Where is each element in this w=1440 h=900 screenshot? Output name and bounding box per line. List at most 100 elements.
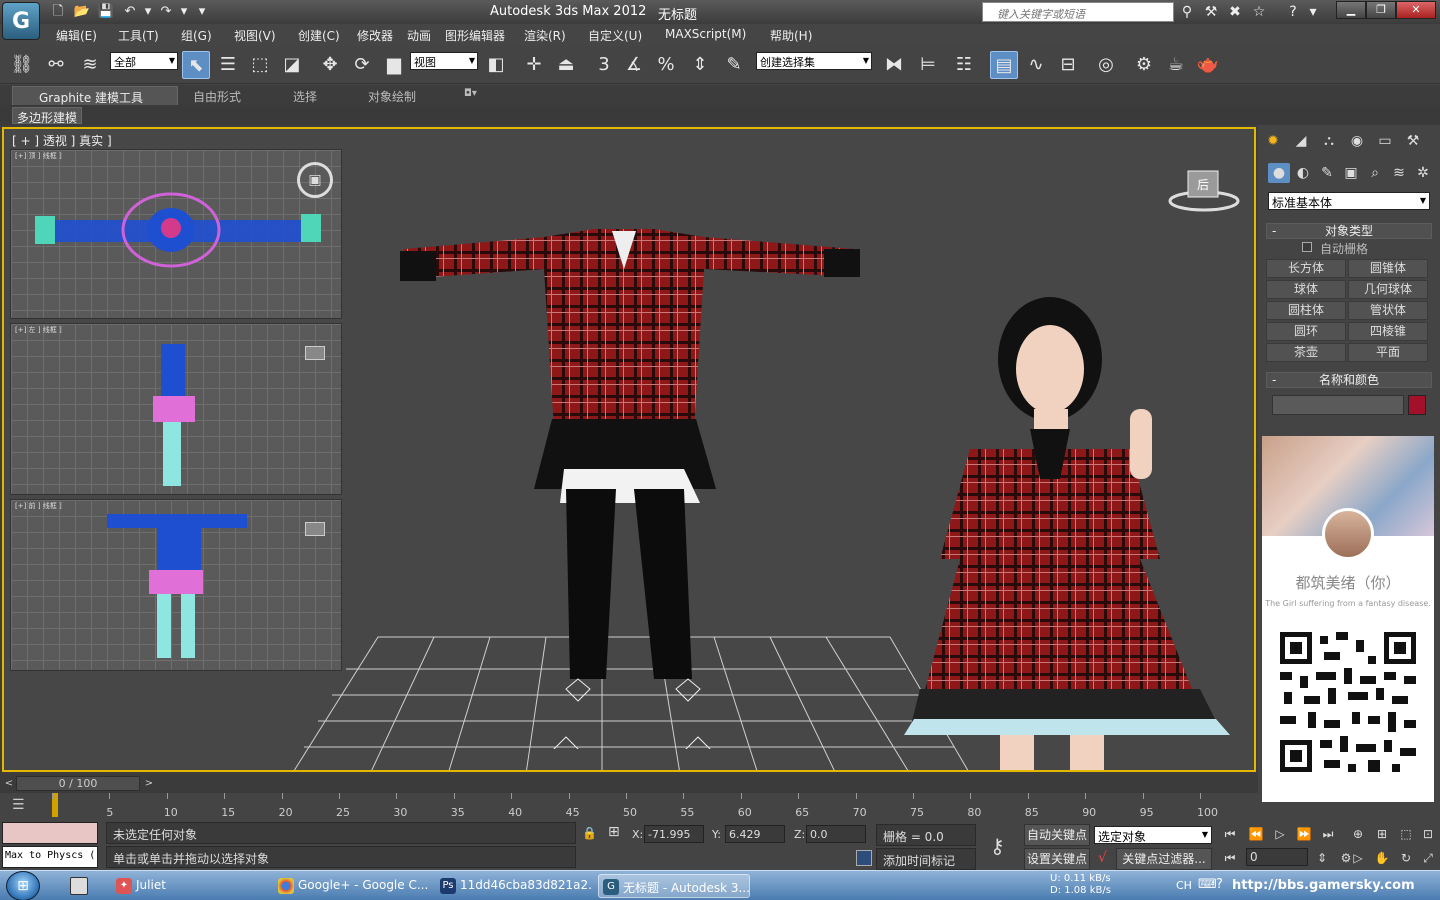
modify-tab-icon[interactable]: ◢ [1290,131,1312,151]
polygon-modeling-panel[interactable]: 多边形建模 [12,107,83,125]
auto-key-button[interactable]: 自动关键点 [1024,824,1090,846]
pyramid-button[interactable]: 四棱锥 [1348,322,1428,341]
frame-spinner-icon[interactable]: ⇕ [1312,848,1332,868]
save-icon[interactable]: 💾 [96,3,116,21]
help-dropdown-icon[interactable]: ▾ [1304,3,1322,21]
tube-button[interactable]: 管状体 [1348,301,1428,320]
selection-filter-dropdown[interactable]: 全部 ▼ [110,52,178,70]
help-search-input[interactable]: 键入关键字或短语 [982,2,1174,22]
sphere-button[interactable]: 球体 [1266,280,1346,299]
help-tray-icon[interactable]: ? [1216,877,1223,892]
keyboard-shortcut-override-icon[interactable]: ⏏ [552,51,580,79]
rendered-frame-icon[interactable]: ☕ [1162,51,1190,79]
systems-icon[interactable]: ✲ [1412,163,1434,183]
named-selection-dropdown[interactable]: 创建选择集 ▼ [756,52,872,70]
undo-dropdown-icon[interactable]: ▾ [138,3,158,21]
menu-maxscript[interactable]: MAXScript(M) [665,27,746,41]
task-3dsmax[interactable]: G 无标题 - Autodesk 3... [598,874,750,898]
scale-icon[interactable]: ▆ [380,51,408,79]
y-coordinate-field[interactable]: 6.429 [725,825,785,843]
geometry-icon[interactable]: ● [1268,163,1290,183]
menu-rendering[interactable]: 渲染(R) [524,27,566,44]
menu-group[interactable]: 组(G) [181,27,212,44]
help-icon[interactable]: ? [1284,3,1302,21]
field-of-view-icon[interactable]: ▷ [1348,848,1368,868]
tab-graphite-modeling[interactable]: Graphite 建模工具 [12,86,178,105]
track-bar[interactable]: ☰ 5 10 15 20 25 30 35 40 45 50 55 60 65 70 75 80 85 90 95 1… [0,793,1258,819]
undo-icon[interactable]: ↶ [120,3,140,21]
menu-customize[interactable]: 自定义(U) [588,27,642,44]
play-icon[interactable]: ▷ [1270,824,1290,844]
key-filters-button[interactable]: 关键点过滤器... [1116,848,1212,870]
task-chrome[interactable]: Google+ - Google C... [274,874,430,898]
select-by-name-icon[interactable]: ☰ [214,51,242,79]
move-icon[interactable]: ✥ [316,51,344,79]
align-icon[interactable]: ⊨ [914,51,942,79]
percent-snap-icon[interactable]: % [652,51,680,79]
menu-create[interactable]: 创建(C) [298,27,340,44]
edit-named-selection-icon[interactable]: ✎ [720,51,748,79]
select-manipulate-icon[interactable]: ✛ [520,51,548,79]
maxscript-listener-box[interactable] [2,822,98,844]
binoculars-icon[interactable]: ⚲ [1178,3,1196,21]
select-object-icon[interactable]: ⬉ [182,51,210,79]
track-ruler[interactable]: 5 10 15 20 25 30 35 40 45 50 55 60 65 70 75 80 85 90 95 100 [52,793,1220,819]
front-viewcube-icon[interactable] [305,522,325,536]
curve-editor-icon[interactable]: ∿ [1022,51,1050,79]
task-juliet[interactable]: ✦ Juliet [112,874,264,898]
plane-button[interactable]: 平面 [1348,343,1428,362]
time-tag-icon[interactable] [856,850,872,866]
left-viewcube-icon[interactable] [305,346,325,360]
schematic-view-icon[interactable]: ⊟ [1054,51,1082,79]
menu-graph-editors[interactable]: 图形编辑器 [445,27,505,44]
menu-tools[interactable]: 工具(T) [118,27,159,44]
space-warps-icon[interactable]: ≋ [1388,163,1410,183]
next-frame-arrow-icon[interactable]: > [142,776,156,791]
menu-animation[interactable]: 动画 [407,27,431,44]
render-production-icon[interactable]: 🫖 [1194,51,1222,79]
previous-frame-icon[interactable]: ⏪ [1246,824,1266,844]
maximize-viewport-icon[interactable]: ⤢ [1418,848,1438,868]
next-frame-icon[interactable]: ⏩ [1294,824,1314,844]
key-mode-toggle-icon[interactable]: ⏮ [1220,848,1240,868]
key-mode-dropdown[interactable]: 选定对象 ▼ [1094,826,1212,844]
keyboard-icon[interactable]: ⌨ [1198,877,1217,892]
object-type-rollout-header[interactable]: - 对象类型 [1266,223,1432,239]
redo-icon[interactable]: ↷ [156,3,176,21]
x-coordinate-field[interactable]: -71.995 [644,825,704,843]
tab-object-paint[interactable]: 对象绘制 [368,88,416,105]
task-photoshop[interactable]: Ps 11dd46cba83d821a2... [436,874,592,898]
lights-icon[interactable]: ✎ [1316,163,1338,183]
torus-button[interactable]: 圆环 [1266,322,1346,341]
tab-selection[interactable]: 选择 [293,88,317,105]
explorer-icon[interactable] [70,877,88,895]
teapot-button[interactable]: 茶壶 [1266,343,1346,362]
menu-edit[interactable]: 编辑(E) [56,27,97,44]
go-to-start-icon[interactable]: ⏮ [1220,824,1240,844]
name-color-rollout-header[interactable]: - 名称和颜色 [1266,372,1432,388]
create-tab-icon[interactable]: ✹ [1262,131,1284,151]
graphite-toggle-icon[interactable]: ▤ [990,51,1018,79]
shapes-icon[interactable]: ◐ [1292,163,1314,183]
minimize-button[interactable]: ▁ [1336,1,1366,19]
object-color-swatch[interactable] [1408,395,1426,415]
current-frame-field[interactable]: 0 [1246,848,1308,866]
object-name-input[interactable] [1272,395,1404,415]
set-key-button[interactable]: 设置关键点 [1024,848,1090,870]
link-icon[interactable]: ⛓ [8,51,36,79]
mirror-icon[interactable]: ⧓ [880,51,908,79]
new-file-icon[interactable]: 🗋 [48,3,68,21]
curve-editor-mini-icon[interactable]: ☰ [12,797,25,813]
top-viewport[interactable]: [+] 顶 ] 线框 ] ▣ [10,149,342,319]
helpers-icon[interactable]: ⌕ [1364,163,1386,183]
open-file-icon[interactable]: 📂 [72,3,92,21]
zoom-extents-all-icon[interactable]: ⊡ [1418,824,1438,844]
top-viewcube-icon[interactable]: ▣ [297,162,333,198]
go-to-end-icon[interactable]: ⏭ [1318,824,1338,844]
menu-help[interactable]: 帮助(H) [770,27,812,44]
angle-snap-icon[interactable]: ∡ [620,51,648,79]
zoom-icon[interactable]: ⊕ [1348,824,1368,844]
reference-coordinate-dropdown[interactable]: 视图 ▼ [410,52,478,70]
menu-views[interactable]: 视图(V) [234,27,276,44]
geosphere-button[interactable]: 几何球体 [1348,280,1428,299]
